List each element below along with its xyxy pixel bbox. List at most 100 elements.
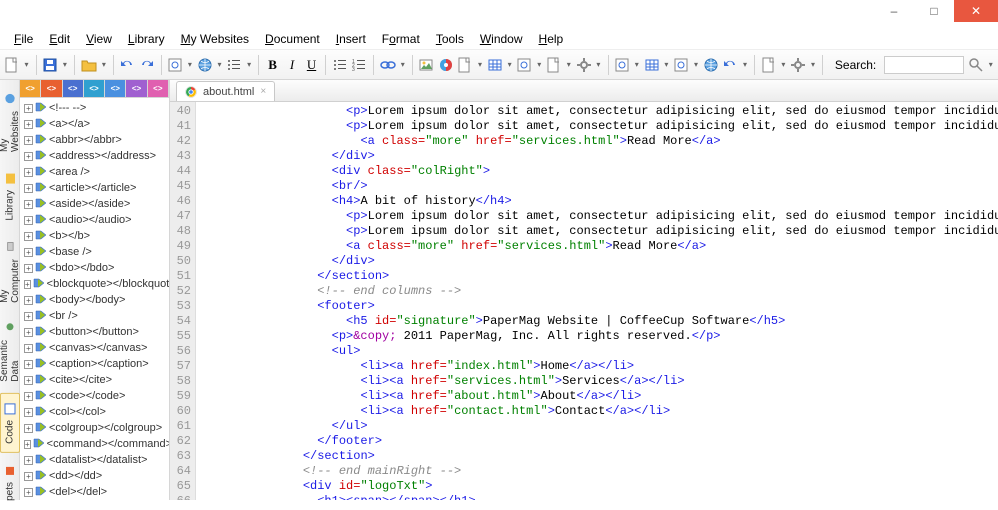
table-button-dropdown[interactable]: ▾ [507, 60, 513, 69]
tag-row[interactable]: +<col></col> [20, 404, 169, 420]
frame-button-dropdown[interactable]: ▾ [693, 60, 699, 69]
tag-category-6[interactable]: <> [148, 80, 169, 97]
tag-row[interactable]: +<aside></aside> [20, 196, 169, 212]
upload-button[interactable] [703, 55, 718, 75]
expand-icon[interactable]: + [24, 200, 33, 209]
frame-button[interactable] [673, 55, 688, 75]
window-minimize-button[interactable]: – [874, 0, 914, 22]
insert-button[interactable] [457, 55, 472, 75]
menu-view[interactable]: View [80, 30, 118, 48]
color-button[interactable] [438, 55, 453, 75]
form-button[interactable] [517, 55, 532, 75]
link-button[interactable] [380, 55, 396, 75]
split-button-dropdown[interactable]: ▾ [663, 60, 669, 69]
tag-row[interactable]: +<button></button> [20, 324, 169, 340]
indent-button[interactable] [227, 55, 242, 75]
expand-icon[interactable]: + [24, 296, 33, 305]
tag-category-5[interactable]: <> [126, 80, 147, 97]
tool1-button[interactable] [761, 55, 776, 75]
preview-button-dropdown[interactable]: ▾ [187, 60, 193, 69]
tag-row[interactable]: +<bdo></bdo> [20, 260, 169, 276]
tag-category-2[interactable]: <> [63, 80, 84, 97]
expand-icon[interactable]: + [24, 456, 33, 465]
tag-row[interactable]: +<caption></caption> [20, 356, 169, 372]
tag-row[interactable]: +<a></a> [20, 116, 169, 132]
indent-button-dropdown[interactable]: ▾ [246, 60, 252, 69]
tag-row[interactable]: +<address></address> [20, 148, 169, 164]
expand-icon[interactable]: + [24, 408, 33, 417]
expand-icon[interactable]: + [24, 472, 33, 481]
expand-icon[interactable]: + [24, 376, 33, 385]
redo-button[interactable] [139, 55, 154, 75]
expand-icon[interactable]: + [24, 232, 33, 241]
menu-help[interactable]: Help [533, 30, 570, 48]
tag-row[interactable]: +<article></article> [20, 180, 169, 196]
preview-browser-button-dropdown[interactable]: ▾ [216, 60, 222, 69]
tag-row[interactable]: +<area /> [20, 164, 169, 180]
close-icon[interactable]: × [260, 86, 266, 97]
expand-icon[interactable]: + [24, 392, 33, 401]
expand-icon[interactable]: + [24, 424, 33, 433]
tool1-button-dropdown[interactable]: ▾ [780, 60, 786, 69]
snippet-button[interactable] [546, 55, 561, 75]
menu-my-websites[interactable]: My Websites [175, 30, 255, 48]
tag-row[interactable]: +<br /> [20, 308, 169, 324]
expand-icon[interactable]: + [24, 360, 33, 369]
preview-browser-button[interactable] [197, 55, 212, 75]
open-button-dropdown[interactable]: ▾ [101, 60, 107, 69]
menu-library[interactable]: Library [122, 30, 171, 48]
split-button[interactable] [644, 55, 659, 75]
expand-icon[interactable]: + [24, 136, 33, 145]
tag-row[interactable]: +<body></body> [20, 292, 169, 308]
expand-icon[interactable]: + [24, 328, 33, 337]
expand-icon[interactable]: + [24, 168, 33, 177]
new-doc-button-dropdown[interactable]: ▾ [23, 60, 29, 69]
settings-button[interactable] [576, 55, 591, 75]
tag-row[interactable]: +<b></b> [20, 228, 169, 244]
sync-button[interactable] [723, 55, 738, 75]
search-go-button[interactable] [968, 55, 983, 75]
tag-row[interactable]: +<canvas></canvas> [20, 340, 169, 356]
tag-row[interactable]: +<command></command> [20, 436, 169, 452]
menu-document[interactable]: Document [259, 30, 326, 48]
expand-icon[interactable]: + [24, 264, 33, 273]
expand-icon[interactable]: + [24, 312, 33, 321]
tool2-button-dropdown[interactable]: ▾ [810, 60, 816, 69]
search-input[interactable] [884, 56, 964, 74]
menu-tools[interactable]: Tools [430, 30, 470, 48]
expand-icon[interactable]: + [24, 488, 33, 497]
underline-button[interactable]: U [304, 55, 319, 75]
preview-button[interactable] [167, 55, 182, 75]
vtab-code[interactable]: Code [0, 393, 20, 453]
window-close-button[interactable]: ✕ [954, 0, 998, 22]
search-go-button-dropdown[interactable]: ▾ [988, 60, 994, 69]
window-maximize-button[interactable]: □ [914, 0, 954, 22]
expand-icon[interactable]: + [24, 120, 33, 129]
menu-insert[interactable]: Insert [330, 30, 372, 48]
insert-button-dropdown[interactable]: ▾ [477, 60, 483, 69]
menu-edit[interactable]: Edit [43, 30, 76, 48]
sync-button-dropdown[interactable]: ▾ [742, 60, 748, 69]
tag-row[interactable]: +<cite></cite> [20, 372, 169, 388]
expand-icon[interactable]: + [24, 104, 33, 113]
menu-file[interactable]: File [8, 30, 39, 48]
image-button[interactable] [419, 55, 434, 75]
expand-icon[interactable]: + [24, 280, 31, 289]
tag-category-3[interactable]: <> [84, 80, 105, 97]
expand-icon[interactable]: + [24, 440, 31, 449]
italic-button[interactable]: I [284, 55, 299, 75]
table-button[interactable] [487, 55, 502, 75]
expand-icon[interactable]: + [24, 216, 33, 225]
tag-row[interactable]: +<!--- --> [20, 100, 169, 116]
bold-button[interactable]: B [265, 55, 280, 75]
bullet-list-button[interactable] [332, 55, 347, 75]
code-body[interactable]: <p>Lorem ipsum dolor sit amet, consectet… [196, 102, 998, 500]
save-button-dropdown[interactable]: ▾ [62, 60, 68, 69]
save-button[interactable] [42, 55, 57, 75]
tool2-button[interactable] [791, 55, 806, 75]
tag-row[interactable]: +<code></code> [20, 388, 169, 404]
vtab-pets[interactable]: pets [0, 455, 20, 510]
tag-row[interactable]: +<dd></dd> [20, 468, 169, 484]
window-button-dropdown[interactable]: ▾ [634, 60, 640, 69]
tag-category-1[interactable]: <> [41, 80, 62, 97]
